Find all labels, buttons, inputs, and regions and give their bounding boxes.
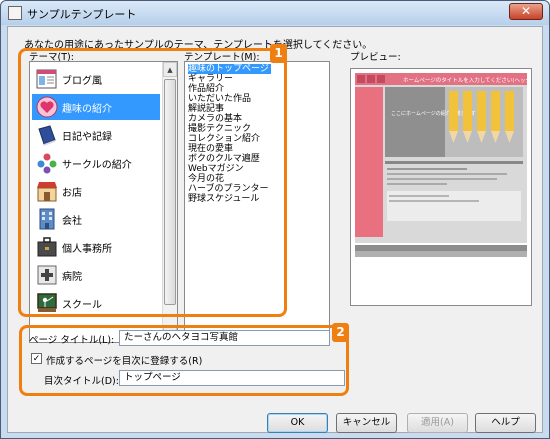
ok-button[interactable]: OK	[267, 413, 328, 433]
preview-label: プレビュー:	[350, 52, 401, 63]
help-button[interactable]: ヘルプ	[475, 413, 536, 433]
callout-box-2	[19, 325, 349, 396]
callout-badge-1: 1	[270, 44, 287, 63]
preview-header-text: ホームページのタイトルを入力してください(ヘッダー)	[403, 76, 531, 84]
apply-button[interactable]: 適用(A)	[407, 413, 468, 433]
window-title: サンプルテンプレート	[27, 8, 137, 21]
callout-badge-2: 2	[332, 323, 349, 342]
title-bar[interactable]: サンプルテンプレート ✕	[1, 1, 549, 25]
cancel-button[interactable]: キャンセル	[336, 413, 397, 433]
app-icon	[8, 6, 22, 20]
dialog-window: サンプルテンプレート ✕ あなたの用途にあったサンプルのテーマ、テンプレートを選…	[0, 0, 550, 439]
callout-box-1	[18, 48, 287, 317]
template-preview-image: ホームページのタイトルを入力してください(ヘッダー) ここにホームページの紹介を…	[351, 69, 539, 305]
preview-pane: ホームページのタイトルを入力してください(ヘッダー) ここにホームページの紹介を…	[350, 68, 539, 306]
close-button[interactable]: ✕	[509, 3, 543, 20]
